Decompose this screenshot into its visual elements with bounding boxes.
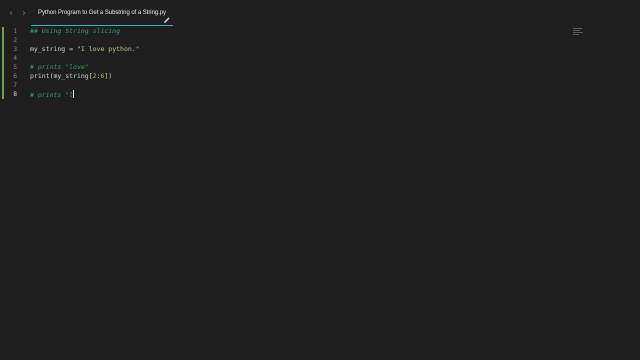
token-comment: ## Using String slicing — [30, 27, 121, 35]
modified-line-marker — [2, 36, 4, 45]
line-number: 2 — [13, 37, 17, 44]
chevron-right-icon[interactable]: › — [19, 8, 29, 20]
tab-title: Python Program to Get a Substring of a S… — [38, 10, 167, 16]
code-line[interactable]: 8 # prints "l — [0, 90, 640, 99]
pencil-icon[interactable] — [163, 9, 171, 23]
code-text: ## Using String slicing — [30, 27, 120, 36]
modified-line-marker — [2, 54, 4, 63]
chevron-left-icon[interactable]: ‹ — [6, 8, 16, 20]
token-op: = — [65, 45, 77, 53]
line-number: 8 — [13, 91, 17, 98]
tab-bar: ‹ › Python Program to Get a Substring of… — [0, 0, 640, 28]
modified-line-marker — [2, 27, 4, 36]
code-line[interactable]: 6 print(my_string[2:6]) — [0, 72, 640, 81]
line-number: 4 — [13, 55, 17, 62]
text-cursor — [73, 90, 75, 98]
modified-line-marker — [2, 45, 4, 54]
active-tab-indicator — [31, 25, 173, 26]
editor-tab[interactable]: Python Program to Get a Substring of a S… — [31, 6, 173, 26]
code-text: my_string = "I love python." — [30, 45, 140, 54]
code-editor[interactable]: 1 ## Using String slicing 2 3 my_string = "I… — [0, 27, 640, 360]
line-number: 3 — [13, 46, 17, 53]
modified-line-marker — [2, 72, 4, 81]
token-ident: my_string — [53, 72, 89, 80]
line-number: 5 — [13, 64, 17, 71]
token-str: "I love python." — [76, 45, 140, 53]
code-line[interactable]: 3 my_string = "I love python." — [0, 45, 640, 54]
code-text: # prints "love" — [30, 63, 89, 72]
code-text: print(my_string[2:6]) — [30, 72, 112, 81]
token-ident: my_string — [30, 45, 66, 53]
line-number: 1 — [13, 28, 17, 35]
token-comment: # prints "love" — [30, 63, 89, 71]
code-line[interactable]: 7 — [0, 81, 640, 90]
code-line[interactable]: 5 # prints "love" — [0, 63, 640, 72]
line-number: 7 — [13, 82, 17, 89]
token-comment: # prints "l — [30, 91, 74, 99]
modified-line-marker — [2, 63, 4, 72]
code-line[interactable]: 2 — [0, 36, 640, 45]
token-fn: print — [30, 72, 50, 80]
token-bracket: ]) — [104, 72, 113, 80]
modified-line-marker — [2, 81, 4, 90]
code-line[interactable]: 4 — [0, 54, 640, 63]
line-number: 6 — [13, 73, 17, 80]
code-line[interactable]: 1 ## Using String slicing — [0, 27, 640, 36]
code-text: # prints "l — [30, 90, 75, 100]
modified-line-marker — [2, 90, 4, 99]
